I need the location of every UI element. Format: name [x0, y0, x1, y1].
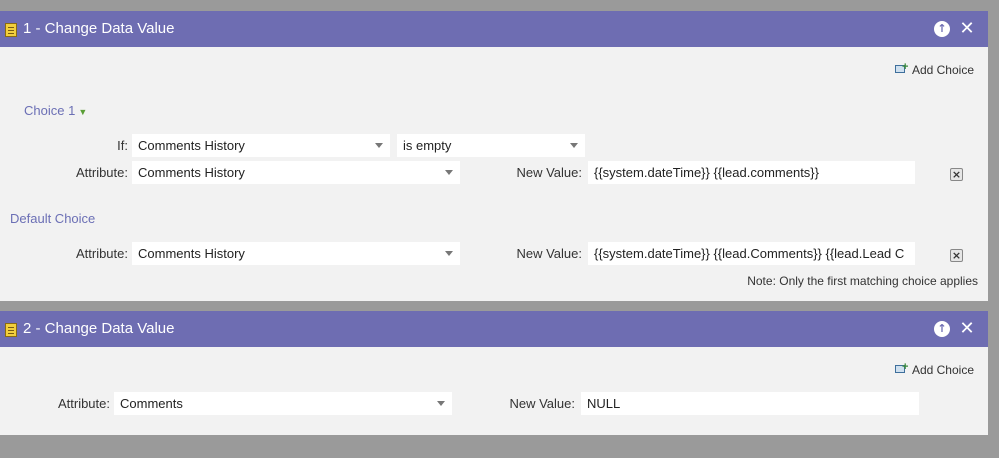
choice-note: Note: Only the first matching choice app…: [747, 274, 978, 288]
close-icon[interactable]: ✕: [959, 320, 975, 338]
close-icon[interactable]: ✕: [959, 20, 975, 38]
chevron-down-icon: [375, 143, 383, 148]
new-value-label: New Value:: [509, 396, 575, 411]
chevron-down-icon: [437, 401, 445, 406]
attribute-label: Attribute:: [75, 246, 128, 261]
attribute-value: Comments: [120, 396, 183, 411]
chevron-down-icon: [570, 143, 578, 148]
if-operator-value: is empty: [403, 138, 452, 153]
attribute-select[interactable]: Comments: [114, 392, 452, 415]
if-operator-select[interactable]: is empty: [397, 134, 585, 157]
attribute-label: Attribute:: [57, 396, 110, 411]
new-value-input[interactable]: {{system.dateTime}} {{lead.comments}}: [588, 161, 915, 184]
choice-1-toggle[interactable]: Choice 1 ▼: [24, 103, 87, 118]
move-up-icon[interactable]: ↑: [934, 21, 950, 37]
if-label: If:: [117, 138, 128, 153]
flow-step-icon: [5, 323, 17, 337]
flow-step-1: 1 - Change Data Value ↑ ✕ Add Choice Cho…: [0, 11, 988, 301]
step-1-header[interactable]: 1 - Change Data Value ↑ ✕: [0, 11, 988, 47]
add-choice-label: Add Choice: [911, 63, 974, 77]
attribute-value: Comments History: [138, 246, 245, 261]
add-choice-label: Add Choice: [911, 363, 974, 377]
chevron-down-icon: ▼: [78, 107, 88, 117]
chevron-down-icon: [445, 251, 453, 256]
chevron-down-icon: [445, 170, 453, 175]
remove-choice-icon[interactable]: ×: [950, 168, 963, 181]
step-1-title: 1 - Change Data Value: [23, 20, 175, 37]
choice-1-label: Choice 1: [24, 103, 76, 118]
if-field-value: Comments History: [138, 138, 245, 153]
flow-step-2: 2 - Change Data Value ↑ ✕ Add Choice Att…: [0, 311, 988, 435]
if-field-select[interactable]: Comments History: [132, 134, 390, 157]
step-2-title: 2 - Change Data Value: [23, 320, 175, 337]
new-value-label: New Value:: [516, 165, 582, 180]
remove-choice-icon[interactable]: ×: [950, 249, 963, 262]
attribute-select[interactable]: Comments History: [132, 242, 460, 265]
attribute-select[interactable]: Comments History: [132, 161, 460, 184]
add-choice-icon: [894, 61, 910, 75]
flow-step-icon: [5, 23, 17, 37]
attribute-value: Comments History: [138, 165, 245, 180]
new-value-input[interactable]: NULL: [581, 392, 919, 415]
add-choice-button[interactable]: Add Choice: [894, 61, 974, 77]
new-value-input[interactable]: {{system.dateTime}} {{lead.Comments}} {{…: [588, 242, 915, 265]
add-choice-icon: [894, 361, 910, 375]
default-choice-label: Default Choice: [10, 211, 96, 226]
new-value-label: New Value:: [516, 246, 582, 261]
step-2-header[interactable]: 2 - Change Data Value ↑ ✕: [0, 311, 988, 347]
attribute-label: Attribute:: [75, 165, 128, 180]
move-up-icon[interactable]: ↑: [934, 321, 950, 337]
add-choice-button[interactable]: Add Choice: [894, 361, 974, 377]
